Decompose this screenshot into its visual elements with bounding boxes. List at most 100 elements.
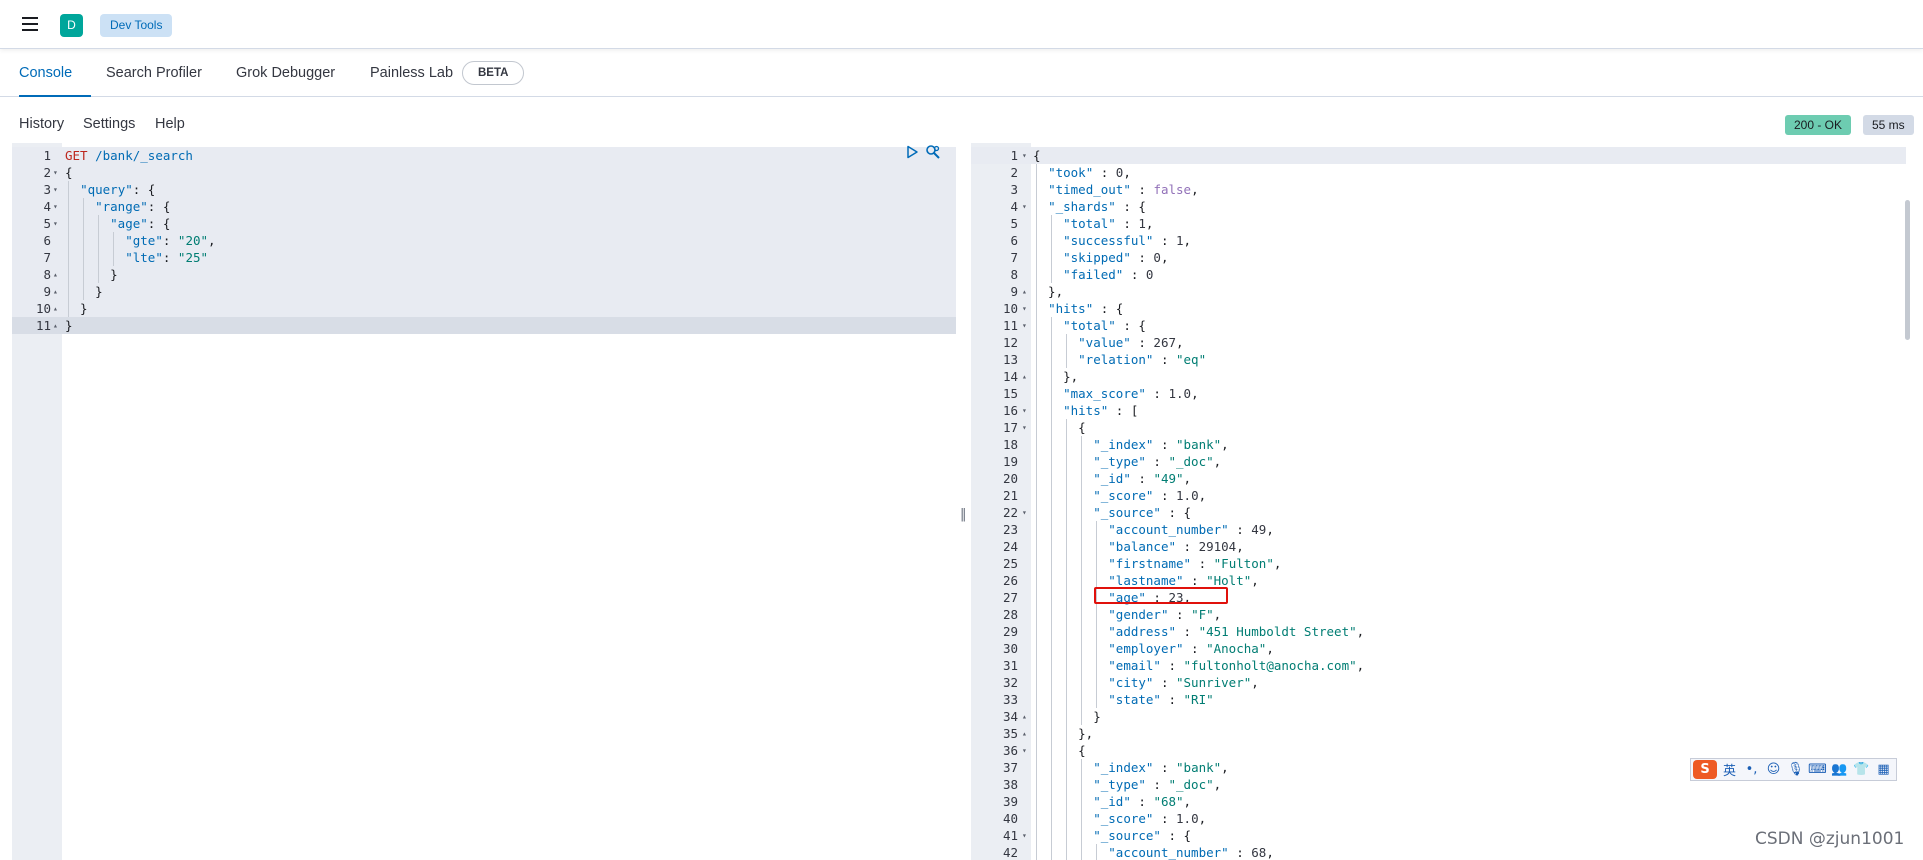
unfold-arrow-icon[interactable]: ▴ bbox=[53, 300, 58, 317]
fold-arrow-icon[interactable]: ▾ bbox=[1022, 198, 1027, 215]
code-line: 13 "relation" : "eq" bbox=[971, 351, 1906, 368]
line-number: 6 bbox=[1010, 233, 1018, 248]
line-number: 18 bbox=[1002, 437, 1018, 452]
response-editor[interactable]: 1 ▾{2 "took" : 0, 3 "timed_out" : false, 4 ▾… bbox=[971, 143, 1906, 860]
code-text: } bbox=[65, 318, 73, 333]
fold-arrow-icon[interactable]: ▾ bbox=[53, 181, 58, 198]
unfold-arrow-icon[interactable]: ▴ bbox=[53, 283, 58, 300]
code-line: 5 "total" : 1, bbox=[971, 215, 1906, 232]
play-icon[interactable] bbox=[905, 145, 919, 159]
code-text: "timed_out" : false, bbox=[1048, 182, 1199, 197]
sogou-logo-icon[interactable]: S bbox=[1693, 760, 1717, 779]
code-line: 39 "_id" : "68", bbox=[971, 793, 1906, 810]
code-text: "_shards" : { bbox=[1048, 199, 1146, 214]
code-text: "account_number" : 68, bbox=[1108, 845, 1274, 860]
unfold-arrow-icon[interactable]: ▴ bbox=[1022, 725, 1027, 742]
beta-badge: BETA bbox=[462, 61, 525, 85]
fold-arrow-icon[interactable]: ▾ bbox=[1022, 147, 1027, 164]
unfold-arrow-icon[interactable]: ▴ bbox=[53, 317, 58, 334]
code-text: } bbox=[65, 267, 118, 282]
fold-arrow-icon[interactable]: ▾ bbox=[1022, 504, 1027, 521]
unfold-arrow-icon[interactable]: ▴ bbox=[53, 266, 58, 283]
space-avatar[interactable]: D bbox=[60, 14, 83, 37]
code-text: "_source" : { bbox=[1093, 828, 1192, 843]
line-number: 8 bbox=[43, 267, 51, 282]
line-number: 42 bbox=[1002, 845, 1018, 860]
code-line: 7 "skipped" : 0, bbox=[971, 249, 1906, 266]
shirt-icon[interactable]: 👕 bbox=[1852, 760, 1871, 779]
line-number: 28 bbox=[1002, 607, 1018, 622]
history-menu[interactable]: History bbox=[19, 116, 64, 132]
fold-arrow-icon[interactable]: ▾ bbox=[1022, 742, 1027, 759]
age-field-highlight bbox=[1094, 587, 1228, 604]
code-text: "max_score" : 1.0, bbox=[1063, 386, 1199, 401]
line-number: 11 bbox=[1002, 318, 1018, 333]
indent-guide bbox=[1036, 164, 1037, 860]
fold-arrow-icon[interactable]: ▾ bbox=[53, 164, 58, 181]
fold-arrow-icon[interactable]: ▾ bbox=[1022, 317, 1027, 334]
help-menu[interactable]: Help bbox=[155, 116, 185, 132]
indent-guide bbox=[1081, 759, 1083, 860]
line-number: 6 bbox=[43, 233, 51, 248]
ime-toolbar: S 英 •, ☺ 🎙 ⌨ 👥 👕 ▦ bbox=[1690, 758, 1897, 781]
line-number: 7 bbox=[43, 250, 51, 265]
smiley-icon[interactable]: ☺ bbox=[1764, 760, 1783, 779]
response-scrollbar[interactable] bbox=[1905, 200, 1910, 340]
menu-icon[interactable] bbox=[20, 15, 40, 33]
breadcrumb-dev-tools[interactable]: Dev Tools bbox=[100, 14, 173, 37]
code-line: 14 ▴ }, bbox=[971, 368, 1906, 385]
users-icon[interactable]: 👥 bbox=[1830, 760, 1849, 779]
line-number: 24 bbox=[1002, 539, 1018, 554]
drag-handle-icon[interactable]: ‖ bbox=[960, 507, 967, 522]
code-text: "hits" : { bbox=[1048, 301, 1124, 316]
ime-lang-toggle[interactable]: 英 bbox=[1720, 760, 1739, 779]
fold-arrow-icon[interactable]: ▾ bbox=[1022, 300, 1027, 317]
code-line: 21 "_score" : 1.0, bbox=[971, 487, 1906, 504]
ime-punct-toggle[interactable]: •, bbox=[1742, 760, 1761, 779]
panel-resizer[interactable]: ‖ bbox=[958, 143, 970, 860]
request-editor[interactable]: 1 GET /bank/_search 2 ▾{3 ▾ "query": {4 ▾ "ra… bbox=[12, 143, 956, 860]
indent-guide bbox=[1066, 419, 1068, 860]
line-number: 19 bbox=[1002, 454, 1018, 469]
code-text: "hits" : [ bbox=[1063, 403, 1139, 418]
code-text: "_type" : "_doc", bbox=[1093, 777, 1222, 792]
code-text: "_index" : "bank", bbox=[1093, 760, 1229, 775]
code-line: 1 GET /bank/_search bbox=[12, 147, 956, 164]
grid-icon[interactable]: ▦ bbox=[1874, 760, 1893, 779]
tab-search-profiler[interactable]: Search Profiler bbox=[106, 50, 202, 97]
unfold-arrow-icon[interactable]: ▴ bbox=[1022, 368, 1027, 385]
mic-icon[interactable]: 🎙 bbox=[1786, 760, 1805, 779]
code-text: "skipped" : 0, bbox=[1063, 250, 1169, 265]
line-number: 3 bbox=[43, 182, 51, 197]
wrench-icon[interactable] bbox=[925, 144, 941, 160]
code-line: 6 "gte": "20", bbox=[12, 232, 956, 249]
settings-menu[interactable]: Settings bbox=[83, 116, 135, 132]
code-line: 25 "firstname" : "Fulton", bbox=[971, 555, 1906, 572]
app-header: D Dev Tools bbox=[0, 0, 1923, 49]
watermark: CSDN @zjun1001 bbox=[1755, 829, 1905, 849]
line-number: 20 bbox=[1002, 471, 1018, 486]
fold-arrow-icon[interactable]: ▾ bbox=[53, 198, 58, 215]
code-line: 36 ▾ { bbox=[971, 742, 1906, 759]
line-number: 4 bbox=[43, 199, 51, 214]
keyboard-icon[interactable]: ⌨ bbox=[1808, 760, 1827, 779]
fold-arrow-icon[interactable]: ▾ bbox=[53, 215, 58, 232]
line-number: 9 bbox=[1010, 284, 1018, 299]
unfold-arrow-icon[interactable]: ▴ bbox=[1022, 708, 1027, 725]
tab-painless-lab[interactable]: Painless Lab bbox=[370, 50, 453, 97]
fold-arrow-icon[interactable]: ▾ bbox=[1022, 402, 1027, 419]
code-text: "gte": "20", bbox=[125, 233, 216, 248]
line-number: 9 bbox=[43, 284, 51, 299]
line-number: 23 bbox=[1002, 522, 1018, 537]
line-number: 37 bbox=[1002, 760, 1018, 775]
fold-arrow-icon[interactable]: ▾ bbox=[1022, 419, 1027, 436]
line-number: 15 bbox=[1002, 386, 1018, 401]
code-line: 20 "_id" : "49", bbox=[971, 470, 1906, 487]
tab-console[interactable]: Console bbox=[19, 50, 91, 97]
code-text: "_score" : 1.0, bbox=[1093, 488, 1207, 503]
unfold-arrow-icon[interactable]: ▴ bbox=[1022, 283, 1027, 300]
fold-arrow-icon[interactable]: ▾ bbox=[1022, 827, 1027, 844]
line-number: 22 bbox=[1002, 505, 1018, 520]
code-text: "employer" : "Anocha", bbox=[1108, 641, 1274, 656]
tab-grok-debugger[interactable]: Grok Debugger bbox=[236, 50, 335, 97]
